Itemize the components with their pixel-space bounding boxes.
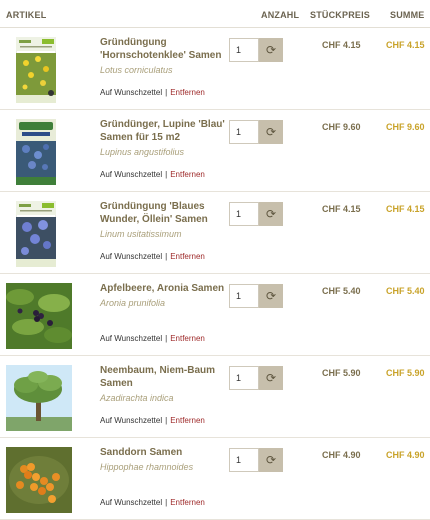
wishlist-link[interactable]: Auf Wunschzettel <box>100 416 162 425</box>
cart-row: Sanddorn Samen Hippophae rhamnoides Auf … <box>0 438 430 520</box>
line-total: CHF 4.90 <box>386 450 425 460</box>
product-title[interactable]: Gründüngung 'Hornschotenklee' Samen <box>100 36 225 62</box>
unit-price: CHF 4.15 <box>322 40 361 50</box>
product-image[interactable] <box>6 283 72 349</box>
link-separator: | <box>165 252 168 261</box>
link-separator: | <box>165 88 168 97</box>
wishlist-link[interactable]: Auf Wunschzettel <box>100 252 162 261</box>
unit-price: CHF 4.90 <box>322 450 361 460</box>
remove-link[interactable]: Entfernen <box>170 334 205 343</box>
wishlist-link[interactable]: Auf Wunschzettel <box>100 88 162 97</box>
cart-rows: Gründüngung 'Hornschotenklee' Samen Lotu… <box>0 28 430 520</box>
cart-row: Gründüngung 'Blaues Wunder, Öllein' Same… <box>0 192 430 274</box>
cart-row: Apfelbeere, Aronia Samen Aronia prunifol… <box>0 274 430 356</box>
unit-price: CHF 4.15 <box>322 204 361 214</box>
remove-link[interactable]: Entfernen <box>170 252 205 261</box>
product-title[interactable]: Gründüngung 'Blaues Wunder, Öllein' Same… <box>100 200 225 226</box>
wishlist-link[interactable]: Auf Wunschzettel <box>100 170 162 179</box>
remove-link[interactable]: Entfernen <box>170 416 205 425</box>
product-latin-name: Lupinus angustifolius <box>100 147 185 157</box>
header-summe: SUMME <box>390 10 425 20</box>
quantity-input[interactable]: 1 <box>229 202 259 226</box>
quantity-input[interactable]: 1 <box>229 366 259 390</box>
wishlist-link[interactable]: Auf Wunschzettel <box>100 498 162 507</box>
product-image[interactable] <box>6 37 72 103</box>
quantity-input[interactable]: 1 <box>229 448 259 472</box>
product-title[interactable]: Apfelbeere, Aronia Samen <box>100 282 225 295</box>
line-total: CHF 4.15 <box>386 204 425 214</box>
product-title[interactable]: Neembaum, Niem-Baum Samen <box>100 364 225 390</box>
quantity-input[interactable]: 1 <box>229 120 259 144</box>
line-total: CHF 5.40 <box>386 286 425 296</box>
header-anzahl: ANZAHL <box>261 10 300 20</box>
link-separator: | <box>165 334 168 343</box>
cart-table: ARTIKEL ANZAHL STÜCKPREIS SUMME Gründüng… <box>0 0 430 520</box>
remove-link[interactable]: Entfernen <box>170 88 205 97</box>
cart-row: Neembaum, Niem-Baum Samen Azadirachta in… <box>0 356 430 438</box>
line-total: CHF 5.90 <box>386 368 425 378</box>
cart-row: Gründünger, Lupine 'Blau' Samen für 15 m… <box>0 110 430 192</box>
line-total: CHF 4.15 <box>386 40 425 50</box>
cart-header: ARTIKEL ANZAHL STÜCKPREIS SUMME <box>0 0 430 28</box>
refresh-icon[interactable]: ⟳ <box>259 202 283 226</box>
product-title[interactable]: Sanddorn Samen <box>100 446 225 459</box>
quantity-input[interactable]: 1 <box>229 284 259 308</box>
refresh-icon[interactable]: ⟳ <box>259 366 283 390</box>
wishlist-link[interactable]: Auf Wunschzettel <box>100 334 162 343</box>
refresh-icon[interactable]: ⟳ <box>259 38 283 62</box>
product-latin-name: Linum usitatissimum <box>100 229 182 239</box>
quantity-input[interactable]: 1 <box>229 38 259 62</box>
unit-price: CHF 5.40 <box>322 286 361 296</box>
refresh-icon[interactable]: ⟳ <box>259 120 283 144</box>
header-artikel: ARTIKEL <box>6 10 47 20</box>
product-latin-name: Azadirachta indica <box>100 393 174 403</box>
link-separator: | <box>165 416 168 425</box>
refresh-icon[interactable]: ⟳ <box>259 284 283 308</box>
line-total: CHF 9.60 <box>386 122 425 132</box>
product-latin-name: Aronia prunifolia <box>100 298 166 308</box>
refresh-icon[interactable]: ⟳ <box>259 448 283 472</box>
header-stueckpreis: STÜCKPREIS <box>310 10 371 20</box>
product-image[interactable] <box>6 365 72 431</box>
product-latin-name: Lotus corniculatus <box>100 65 173 75</box>
link-separator: | <box>165 170 168 179</box>
product-image[interactable] <box>6 447 72 513</box>
product-title[interactable]: Gründünger, Lupine 'Blau' Samen für 15 m… <box>100 118 225 144</box>
remove-link[interactable]: Entfernen <box>170 170 205 179</box>
product-latin-name: Hippophae rhamnoides <box>100 462 194 472</box>
unit-price: CHF 5.90 <box>322 368 361 378</box>
link-separator: | <box>165 498 168 507</box>
product-image[interactable] <box>6 119 72 185</box>
cart-row: Gründüngung 'Hornschotenklee' Samen Lotu… <box>0 28 430 110</box>
product-image[interactable] <box>6 201 72 267</box>
remove-link[interactable]: Entfernen <box>170 498 205 507</box>
unit-price: CHF 9.60 <box>322 122 361 132</box>
